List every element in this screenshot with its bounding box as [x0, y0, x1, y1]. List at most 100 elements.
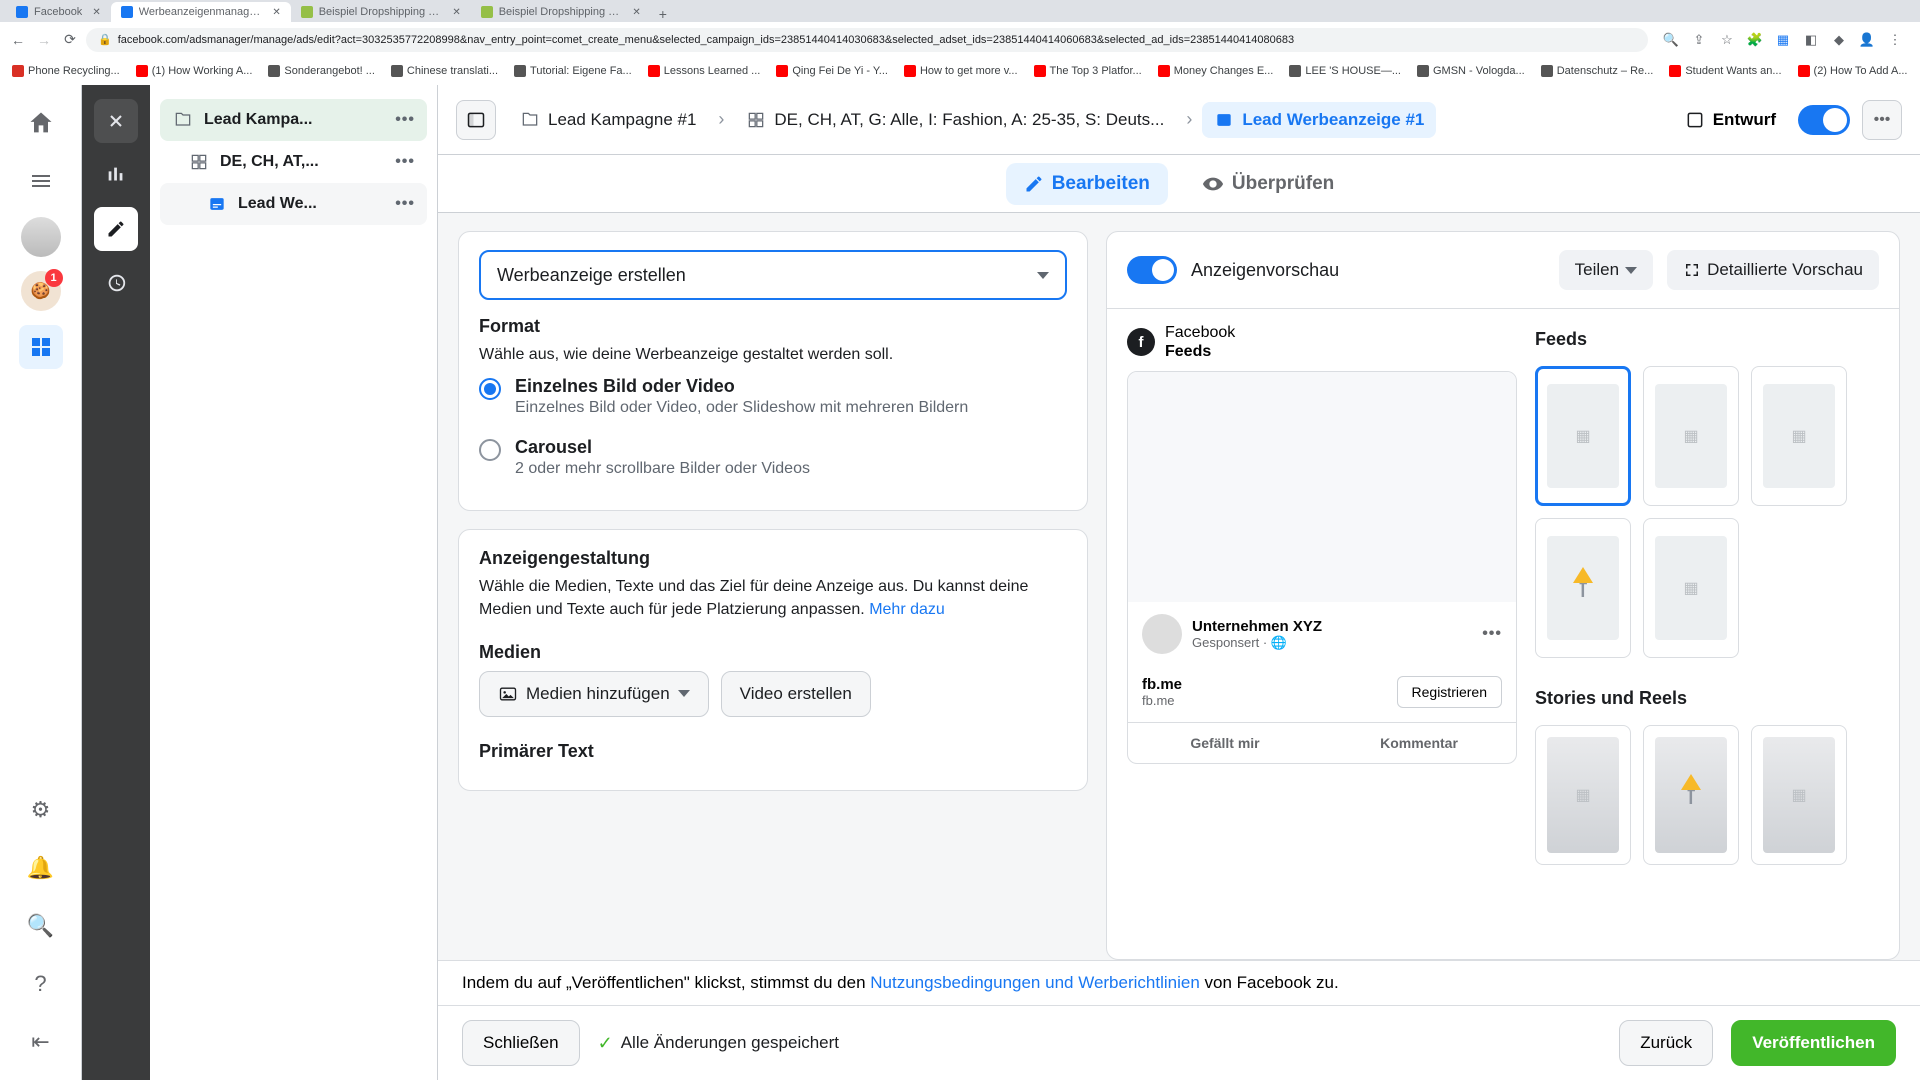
bookmark-item[interactable]: Lessons Learned ... [642, 63, 767, 79]
bookmark-item[interactable]: Tutorial: Eigene Fa... [508, 63, 638, 79]
create-video-button[interactable]: Video erstellen [721, 671, 871, 717]
close-editor-button[interactable] [94, 99, 138, 143]
tab-review[interactable]: Überprüfen [1184, 163, 1352, 205]
ads-manager-icon[interactable] [19, 325, 63, 369]
tab-edit[interactable]: Bearbeiten [1006, 163, 1168, 205]
edit-icon[interactable] [94, 207, 138, 251]
history-icon[interactable] [94, 261, 138, 305]
search-icon[interactable]: 🔍 [19, 904, 63, 948]
ext-icon-2[interactable]: ◆ [1830, 31, 1848, 49]
placement-thumb[interactable]: ▦ [1643, 518, 1739, 658]
browser-tab-2[interactable]: Beispiel Dropshipping Store✕ [291, 2, 471, 22]
fb-ext-icon[interactable]: ▦ [1774, 31, 1792, 49]
bookmark-item[interactable]: Qing Fei De Yi - Y... [770, 63, 894, 79]
bookmark-item[interactable]: (1) How Working A... [130, 63, 259, 79]
account-avatar[interactable] [21, 217, 61, 257]
tree-ad[interactable]: Lead We... ••• [160, 183, 427, 225]
settings-icon[interactable]: ⚙ [19, 788, 63, 832]
button-label: Video erstellen [740, 684, 852, 704]
share-icon[interactable]: ⇪ [1690, 31, 1708, 49]
format-option-single[interactable]: Einzelnes Bild oder Video Einzelnes Bild… [479, 366, 1067, 427]
chart-icon[interactable] [94, 153, 138, 197]
learn-more-link[interactable]: Mehr dazu [869, 601, 945, 618]
home-icon[interactable] [19, 101, 63, 145]
reload-button[interactable]: ⟳ [60, 30, 80, 50]
radio-unselected[interactable] [479, 439, 501, 461]
menu-icon[interactable]: ⋮ [1886, 31, 1904, 49]
browser-tab-1[interactable]: Werbeanzeigenmanager - We...✕ [111, 2, 291, 22]
placement-thumb[interactable]: f [1643, 725, 1739, 865]
bookmark-item[interactable]: LEE 'S HOUSE—... [1283, 63, 1407, 79]
bookmark-item[interactable]: GMSN - Vologda... [1411, 63, 1531, 79]
more-icon[interactable]: ••• [395, 153, 415, 171]
tab-label: Beispiel Dropshipping Store [499, 6, 623, 18]
bookmark-item[interactable]: Phone Recycling... [6, 63, 126, 79]
bookmark-item[interactable]: Sonderangebot! ... [262, 63, 381, 79]
terms-link[interactable]: Nutzungsbedingungen und Werberichtlinien [870, 973, 1200, 992]
toggle-sidebar-button[interactable] [456, 100, 496, 140]
add-media-button[interactable]: Medien hinzufügen [479, 671, 709, 717]
comment-button[interactable]: Kommentar [1322, 723, 1516, 763]
ad-cta-button[interactable]: Registrieren [1397, 676, 1502, 708]
bookmark-item[interactable]: How to get more v... [898, 63, 1024, 79]
bookmark-item[interactable]: The Top 3 Platfor... [1028, 63, 1148, 79]
collapse-icon[interactable]: ⇤ [19, 1020, 63, 1064]
detailed-preview-button[interactable]: Detaillierte Vorschau [1667, 250, 1879, 290]
close-icon[interactable]: ✕ [92, 7, 100, 18]
more-icon[interactable]: ••• [395, 195, 415, 213]
puzzle-icon[interactable]: 🧩 [1746, 31, 1764, 49]
preview-toggle[interactable] [1127, 256, 1177, 284]
tree-campaign[interactable]: Lead Kampa... ••• [160, 99, 427, 141]
radio-selected[interactable] [479, 378, 501, 400]
placement-thumb[interactable]: ▦ [1751, 725, 1847, 865]
new-tab-button[interactable]: + [651, 6, 675, 22]
more-icon[interactable]: ••• [1482, 625, 1502, 643]
breadcrumb-campaign[interactable]: Lead Kampagne #1 [508, 102, 708, 138]
more-button[interactable]: ••• [1862, 100, 1902, 140]
address-bar[interactable]: 🔒facebook.com/adsmanager/manage/ads/edit… [86, 28, 1648, 52]
format-option-carousel[interactable]: Carousel 2 oder mehr scrollbare Bilder o… [479, 427, 1067, 488]
menu-icon[interactable] [19, 159, 63, 203]
ext-icon[interactable]: ◧ [1802, 31, 1820, 49]
ad-avatar [1142, 614, 1182, 654]
placement-thumb[interactable]: ▦ [1643, 366, 1739, 506]
placement-thumb[interactable]: ▦ [1535, 725, 1631, 865]
share-button[interactable]: Teilen [1559, 250, 1653, 290]
more-icon[interactable]: ••• [395, 111, 415, 129]
star-icon[interactable]: ☆ [1718, 31, 1736, 49]
breadcrumb-ad[interactable]: Lead Werbeanzeige #1 [1202, 102, 1436, 138]
cookie-icon[interactable]: 🍪1 [21, 271, 61, 311]
browser-tab-0[interactable]: Facebook✕ [6, 2, 111, 22]
placement-thumb[interactable]: ▦ [1535, 366, 1631, 506]
chevron-down-icon [678, 690, 690, 697]
close-icon[interactable]: ✕ [632, 7, 640, 18]
placement-thumb[interactable]: f [1535, 518, 1631, 658]
like-button[interactable]: Gefällt mir [1128, 723, 1322, 763]
lock-icon: 🔒 [98, 33, 112, 46]
profile-icon[interactable]: 👤 [1858, 31, 1876, 49]
close-icon[interactable]: ✕ [452, 7, 460, 18]
ad-mode-select[interactable]: Werbeanzeige erstellen [479, 250, 1067, 300]
notifications-icon[interactable]: 🔔 [19, 846, 63, 890]
publish-button[interactable]: Veröffentlichen [1731, 1020, 1896, 1066]
tree-adset[interactable]: DE, CH, AT,... ••• [160, 141, 427, 183]
bookmark-item[interactable]: Student Wants an... [1663, 63, 1787, 79]
close-icon[interactable]: ✕ [272, 7, 280, 18]
help-icon[interactable]: ? [19, 962, 63, 1006]
bookmark-item[interactable]: Chinese translati... [385, 63, 504, 79]
option-label: Carousel [515, 437, 810, 458]
ad-domain: fb.me [1142, 676, 1182, 693]
bookmark-item[interactable]: Datenschutz – Re... [1535, 63, 1660, 79]
ad-domain-sub: fb.me [1142, 693, 1182, 708]
close-button[interactable]: Schließen [462, 1020, 580, 1066]
bookmark-item[interactable]: Money Changes E... [1152, 63, 1280, 79]
search-icon[interactable]: 🔍 [1662, 31, 1680, 49]
back-button[interactable]: ← [8, 30, 28, 50]
bookmark-item[interactable]: (2) How To Add A... [1792, 63, 1914, 79]
placement-thumb[interactable]: ▦ [1751, 366, 1847, 506]
browser-tab-3[interactable]: Beispiel Dropshipping Store ✕ [471, 2, 651, 22]
forward-button[interactable]: → [34, 30, 54, 50]
ad-active-toggle[interactable] [1798, 105, 1850, 135]
back-button[interactable]: Zurück [1619, 1020, 1713, 1066]
breadcrumb-adset[interactable]: DE, CH, AT, G: Alle, I: Fashion, A: 25-3… [734, 102, 1176, 138]
